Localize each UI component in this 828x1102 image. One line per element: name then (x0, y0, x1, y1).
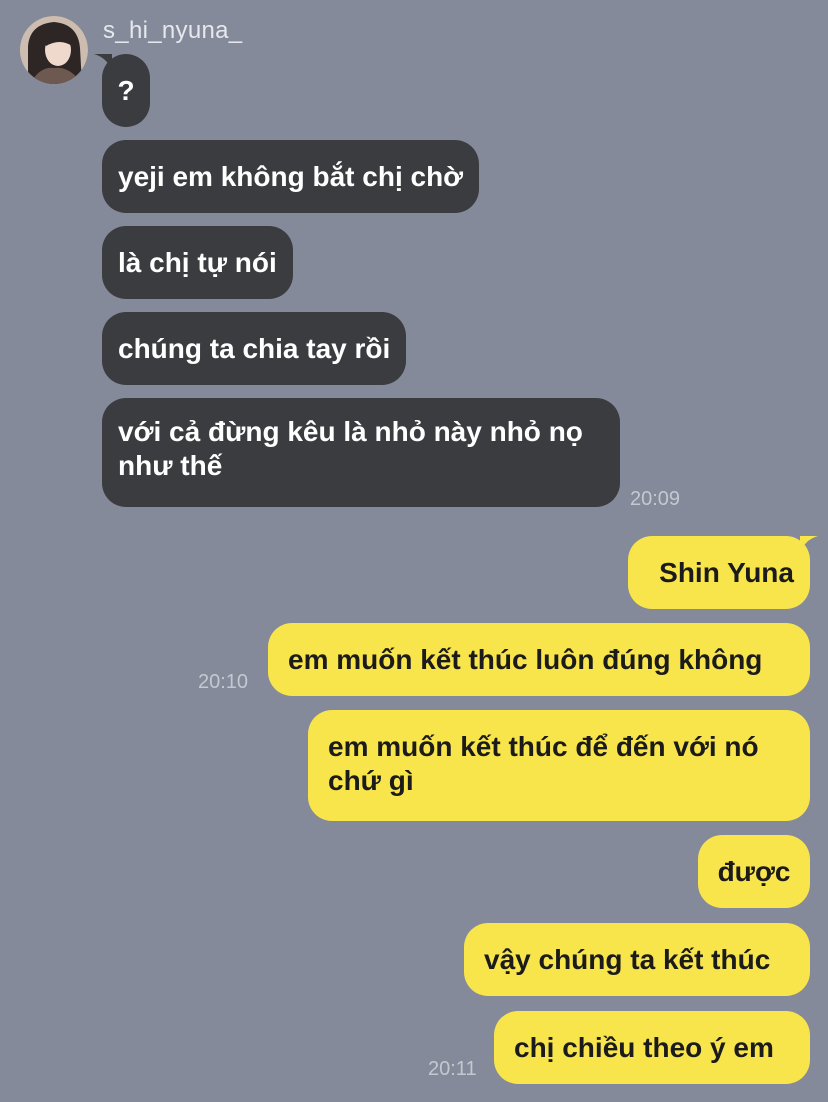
message-text: là chị tự nói (118, 247, 277, 278)
bubble-tail (800, 536, 818, 554)
profile-photo-avatar (20, 16, 88, 84)
incoming-message[interactable]: với cả đừng kêu là nhỏ này nhỏ nọ như th… (102, 398, 620, 507)
incoming-message[interactable]: yeji em không bắt chị chờ (102, 140, 480, 213)
message-text: chúng ta chia tay rồi (118, 333, 391, 364)
bubble-tail (94, 54, 112, 72)
outgoing-message[interactable]: Shin Yuna (628, 536, 810, 609)
outgoing-message[interactable]: được (698, 835, 810, 908)
message-text: em muốn kết thúc để đến với nó chứ gì (328, 731, 759, 796)
message-text: với cả đừng kêu là nhỏ này nhỏ nọ như th… (118, 416, 583, 481)
message-text: vậy chúng ta kết thúc (484, 944, 771, 975)
message-text: em muốn kết thúc luôn đúng không (288, 644, 763, 675)
message-text: Shin Yuna (659, 557, 794, 588)
message-text: chị chiều theo ý em (514, 1032, 774, 1063)
message-timestamp: 20:10 (198, 671, 249, 693)
outgoing-message[interactable]: vậy chúng ta kết thúc (464, 923, 810, 996)
outgoing-message[interactable]: chị chiều theo ý em (494, 1011, 810, 1084)
outgoing-message[interactable]: em muốn kết thúc để đến với nó chứ gì (308, 710, 810, 821)
message-text: được (717, 856, 791, 887)
contact-username[interactable]: s_hi_nyuna_ (103, 17, 242, 45)
incoming-message[interactable]: chúng ta chia tay rồi (102, 312, 407, 385)
message-text: ? (117, 75, 135, 106)
incoming-message[interactable]: là chị tự nói (102, 226, 293, 299)
message-timestamp: 20:09 (630, 488, 681, 510)
outgoing-message[interactable]: em muốn kết thúc luôn đúng không (268, 623, 810, 696)
message-timestamp: 20:11 (428, 1058, 477, 1080)
contact-avatar[interactable] (20, 16, 88, 84)
message-text: yeji em không bắt chị chờ (118, 161, 464, 192)
